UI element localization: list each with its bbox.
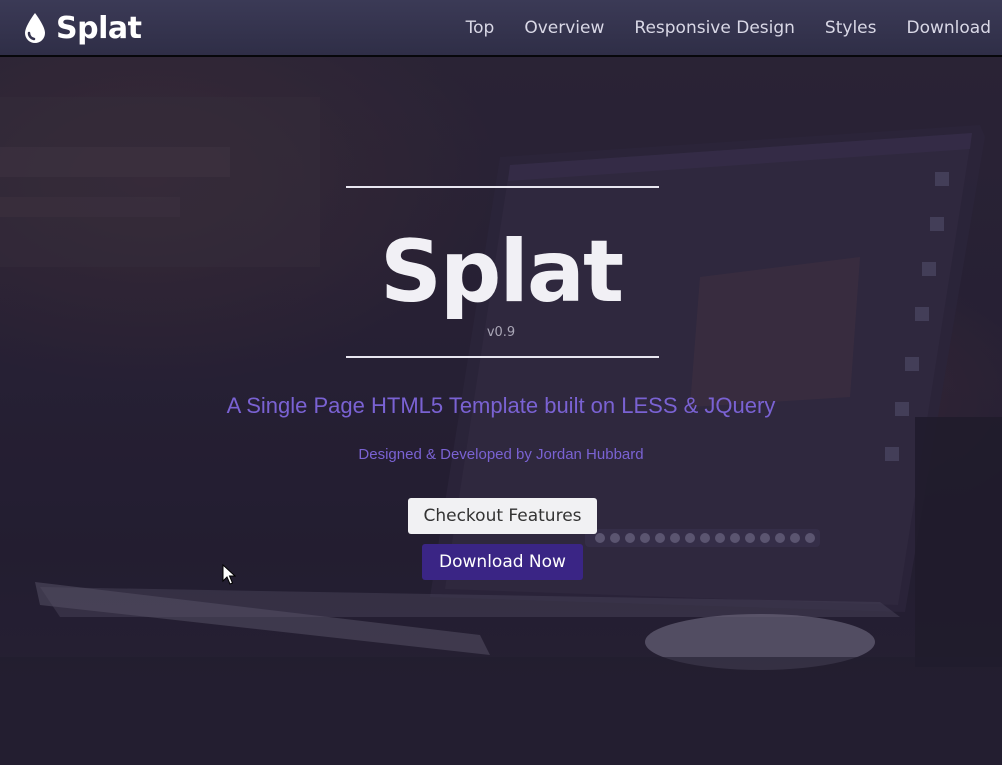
brand-logo[interactable]: Splat — [22, 8, 142, 48]
hero-byline: Designed & Developed by Jordan Hubbard — [358, 446, 644, 463]
divider-bottom — [346, 356, 659, 358]
divider-top — [346, 186, 659, 188]
nav-link-top[interactable]: Top — [466, 18, 495, 38]
brand-name: Splat — [56, 10, 142, 46]
hero-tagline: A Single Page HTML5 Template built on LE… — [226, 393, 776, 418]
page: Splat Top Overview Responsive Design Sty… — [0, 0, 1002, 765]
nav-link-download[interactable]: Download — [906, 18, 991, 38]
nav-link-overview[interactable]: Overview — [524, 18, 604, 38]
mouse-cursor-icon — [222, 564, 236, 585]
hero-section: Splat v0.9 A Single Page HTML5 Template … — [0, 57, 1002, 765]
nav-link-responsive-design[interactable]: Responsive Design — [634, 18, 795, 38]
nav-links: Top Overview Responsive Design Styles Do… — [466, 0, 991, 55]
hero-content: Splat v0.9 A Single Page HTML5 Template … — [0, 57, 1002, 765]
hero-title: Splat — [379, 222, 624, 322]
download-now-button[interactable]: Download Now — [422, 544, 583, 580]
nav-link-styles[interactable]: Styles — [825, 18, 877, 38]
checkout-features-button[interactable]: Checkout Features — [408, 498, 597, 534]
version-label: v0.9 — [486, 325, 516, 340]
droplet-icon — [25, 13, 45, 43]
navbar: Splat Top Overview Responsive Design Sty… — [0, 0, 1002, 57]
